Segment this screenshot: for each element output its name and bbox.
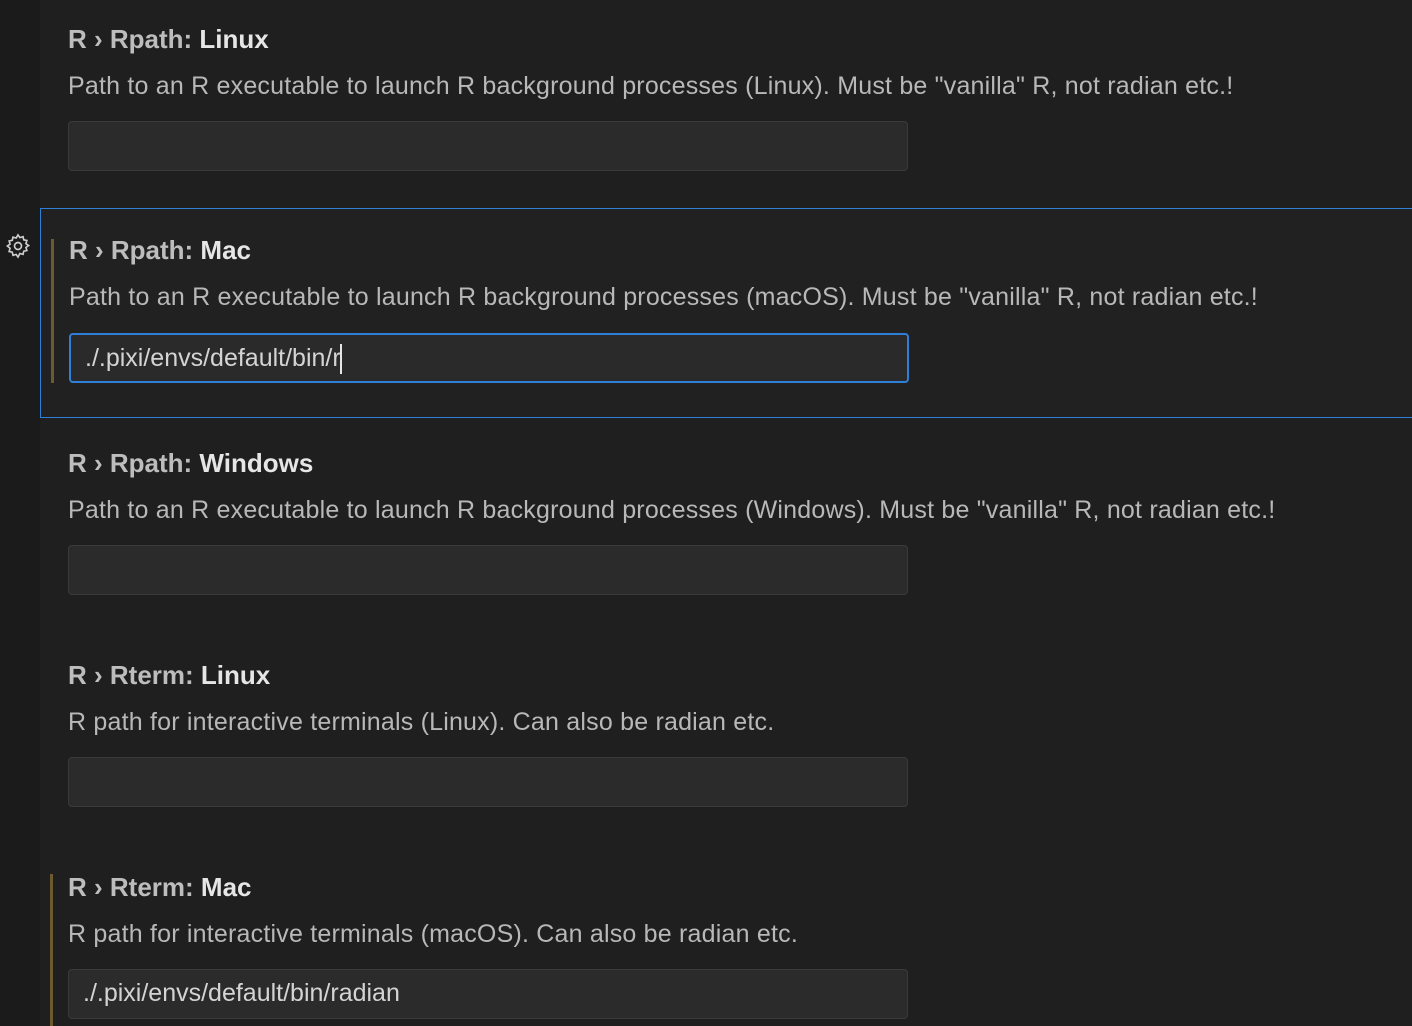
setting-description: Path to an R executable to launch R back… [68, 496, 1276, 524]
text-caret [339, 344, 342, 375]
modified-indicator [51, 239, 54, 383]
rpath-windows-input[interactable] [68, 545, 908, 595]
setting-description: R path for interactive terminals (Linux)… [68, 708, 775, 736]
settings-list: R › Rpath: Linux Path to an R executable… [40, 0, 1412, 1026]
setting-title: R › Rpath: Linux [68, 24, 269, 54]
input-value: ./.pixi/envs/default/bin/r [85, 344, 341, 372]
modified-indicator [50, 874, 53, 1026]
rterm-mac-input[interactable]: ./.pixi/envs/default/bin/radian [68, 969, 908, 1019]
setting-rpath-windows: R › Rpath: Windows Path to an R executab… [40, 424, 1412, 632]
rterm-linux-input[interactable] [68, 757, 908, 807]
setting-title: R › Rpath: Windows [68, 448, 313, 478]
settings-gutter [0, 0, 40, 1026]
rpath-linux-input[interactable] [68, 121, 908, 171]
setting-prefix: R › Rterm: [68, 660, 201, 690]
setting-prefix: R › Rterm: [68, 872, 201, 902]
setting-prefix: R › Rpath: [68, 24, 200, 54]
setting-description: Path to an R executable to launch R back… [68, 72, 1234, 100]
setting-key: Mac [200, 872, 252, 902]
setting-rterm-mac: R › Rterm: Mac R path for interactive te… [40, 848, 1412, 1026]
setting-title: R › Rterm: Linux [68, 660, 270, 690]
setting-key: Mac [200, 235, 251, 265]
gear-icon[interactable] [4, 232, 32, 260]
setting-prefix: R › Rpath: [68, 448, 200, 478]
setting-description: R path for interactive terminals (macOS)… [68, 920, 798, 948]
setting-rterm-linux: R › Rterm: Linux R path for interactive … [40, 636, 1412, 844]
setting-rpath-mac: R › Rpath: Mac Path to an R executable t… [40, 208, 1412, 418]
setting-key: Windows [199, 448, 314, 478]
setting-key: Linux [200, 660, 271, 690]
rpath-mac-input[interactable]: ./.pixi/envs/default/bin/r [69, 333, 909, 383]
setting-description: Path to an R executable to launch R back… [69, 283, 1258, 311]
setting-rpath-linux: R › Rpath: Linux Path to an R executable… [40, 0, 1412, 208]
setting-prefix: R › Rpath: [69, 235, 201, 265]
setting-key: Linux [199, 24, 269, 54]
setting-title: R › Rterm: Mac [68, 872, 251, 902]
setting-title: R › Rpath: Mac [69, 235, 251, 265]
